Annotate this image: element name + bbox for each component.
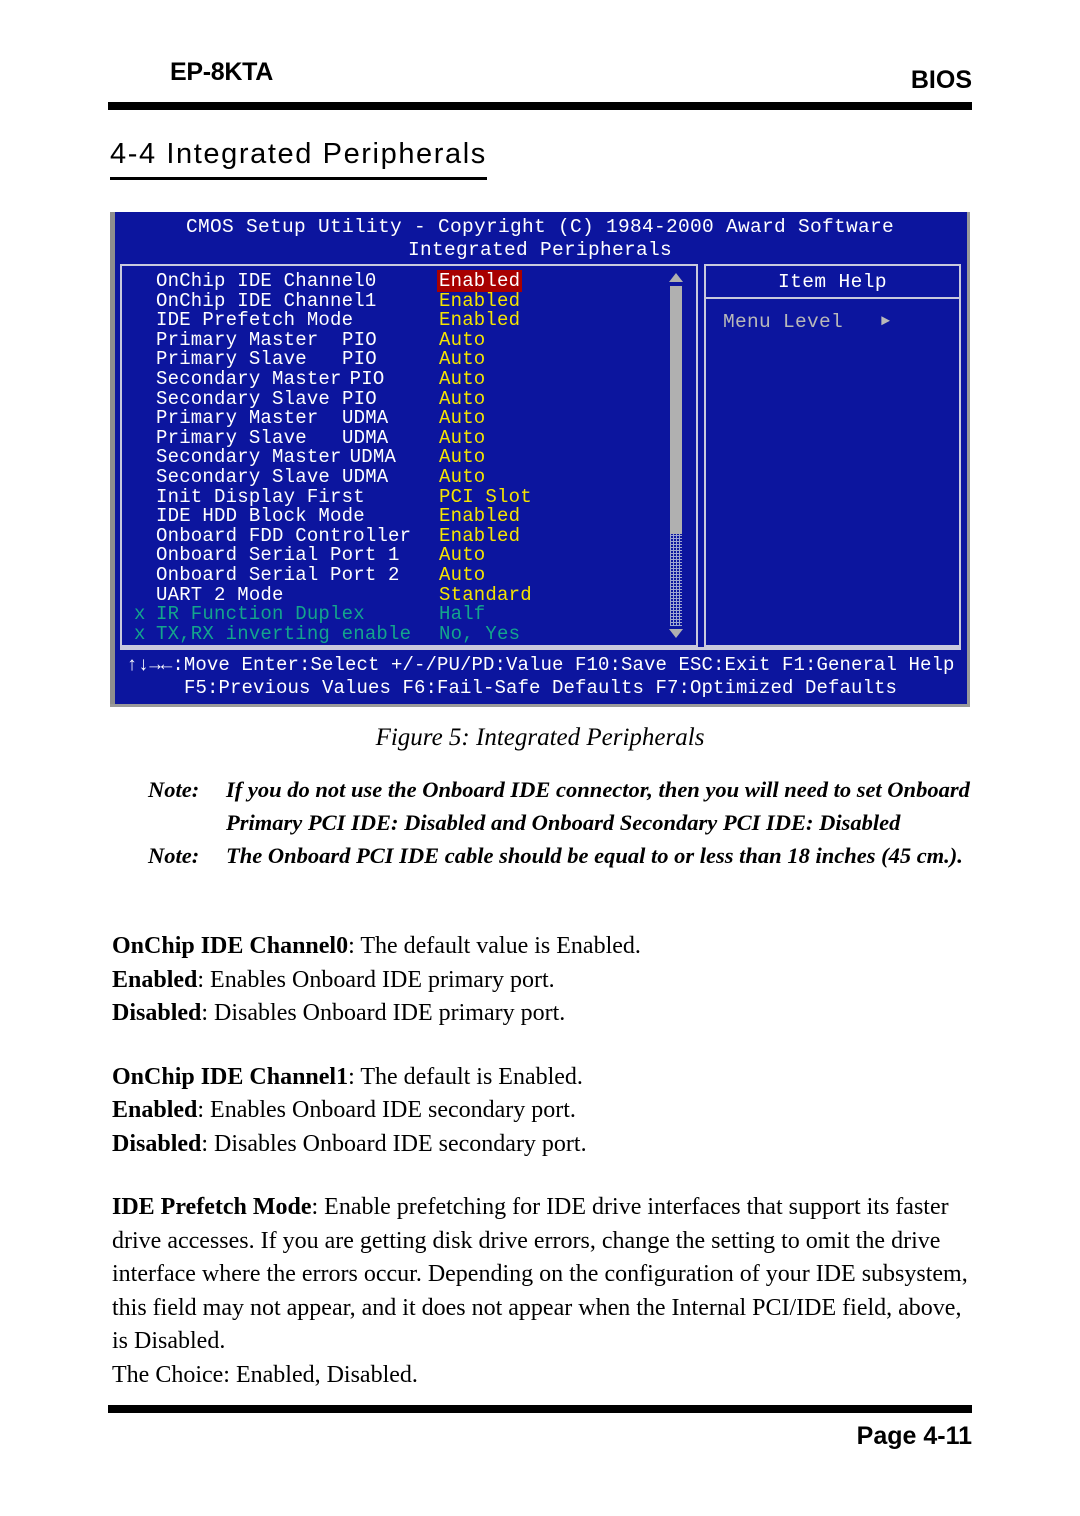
channel0-enabled-line: Enabled: Enables Onboard IDE primary por… — [112, 964, 974, 998]
settings-list: OnChip IDE Channel0 Enabled OnChip IDE Cha… — [134, 270, 652, 645]
channel0-disabled-term: Disabled — [112, 1000, 202, 1026]
bios-option-row[interactable]: Primary Slave UDMA Auto — [134, 427, 652, 449]
bios-option-row[interactable]: x IR Function Duplex Half — [134, 603, 652, 625]
onchip-channel0-term: OnChip IDE Channel0 — [112, 933, 349, 959]
bios-option-row[interactable]: Primary Master UDMA Auto — [134, 407, 652, 429]
screen-left-bevel — [110, 212, 115, 704]
bios-option-row[interactable]: OnChip IDE Channel1 Enabled — [134, 290, 652, 312]
bios-footer-divider — [120, 647, 961, 650]
notes-block: Note: If you do not use the Onboard IDE … — [148, 773, 984, 872]
settings-list-panel: OnChip IDE Channel0 Enabled OnChip IDE Cha… — [120, 264, 698, 647]
bios-title-line2: Integrated Peripherals — [407, 239, 673, 261]
onchip-channel1-term: OnChip IDE Channel1 — [112, 1063, 349, 1090]
bios-option-row[interactable]: Onboard Serial Port 2 Auto — [134, 564, 652, 586]
bios-option-row[interactable]: Onboard FDD Controller Enabled — [134, 525, 652, 547]
bios-setup-screenshot: CMOS Setup Utility - Copyright (C) 1984-… — [110, 212, 970, 707]
figure-caption: Figure 5: Integrated Peripherals — [375, 724, 705, 751]
bios-title-line1: CMOS Setup Utility - Copyright (C) 1984-… — [185, 216, 895, 238]
key-legend-line1: ↑↓→←:Move Enter:Select +/-/PU/PD:Value F… — [126, 654, 955, 676]
note-tag: Note: — [148, 777, 200, 802]
bios-key-legend: ↑↓→←:Move Enter:Select +/-/PU/PD:Value F… — [120, 654, 961, 700]
note-item: Note: The Onboard PCI IDE cable should b… — [148, 839, 984, 872]
note-tag: Note: — [148, 843, 200, 868]
key-legend-line2: F5:Previous Values F6:Fail-Safe Defaults… — [183, 677, 898, 699]
bios-option-row[interactable]: Init Display First PCI Slot — [134, 486, 652, 508]
bios-option-row[interactable]: Primary Slave PIO Auto — [134, 348, 652, 370]
item-help-body: Menu Level ► — [706, 299, 959, 333]
note-item: Note: If you do not use the Onboard IDE … — [148, 773, 984, 839]
option-disabled-marker: x — [134, 622, 146, 645]
bios-option-row[interactable]: IDE Prefetch Mode Enabled — [134, 309, 652, 331]
channel1-enabled-term: Enabled — [112, 1097, 198, 1123]
scrollbar-track[interactable] — [670, 534, 682, 626]
footer-rule — [108, 1405, 972, 1413]
bios-option-row[interactable]: Primary Master PIO Auto — [134, 329, 652, 351]
onchip-channel1-desc: : The default is Enabled. — [348, 1063, 583, 1090]
ide-prefetch-paragraph: IDE Prefetch Mode: Enable prefetching fo… — [112, 1191, 974, 1359]
ide-prefetch-term: IDE Prefetch Mode — [112, 1194, 312, 1220]
menu-level-arrow-icon: ► — [881, 313, 891, 330]
item-help-panel: Item Help Menu Level ► — [704, 264, 961, 647]
channel0-disabled-line: Disabled: Disables Onboard IDE primary p… — [112, 997, 974, 1031]
bios-title-bar: CMOS Setup Utility - Copyright (C) 1984-… — [116, 216, 964, 262]
channel1-enabled-line: Enabled: Enables Onboard IDE secondary p… — [112, 1094, 974, 1128]
scrollbar-thumb[interactable] — [670, 286, 682, 534]
bios-option-row[interactable]: Secondary Master PIO Auto — [134, 368, 652, 390]
scroll-up-arrow-icon[interactable] — [669, 273, 683, 282]
board-model-label: EP-8KTA — [170, 58, 274, 86]
bios-option-row[interactable]: x TX,RX inverting enable No, Yes — [134, 622, 652, 645]
bios-option-row[interactable]: IDE HDD Block Mode Enabled — [134, 505, 652, 527]
option-label-text: TX,RX inverting enable — [156, 622, 412, 645]
ide-prefetch-choice-line: The Choice: Enabled, Disabled. — [112, 1361, 418, 1388]
page-number: Page 4-11 — [856, 1422, 972, 1450]
channel1-enabled-desc: : Enables Onboard IDE secondary port. — [197, 1097, 576, 1123]
page-title: 4-4 Integrated Peripherals — [110, 138, 487, 180]
channel0-enabled-term: Enabled — [112, 966, 198, 993]
onchip-channel0-desc: : The default value is Enabled. — [348, 933, 641, 959]
scroll-down-arrow-icon[interactable] — [669, 629, 683, 638]
option-value[interactable]: No, Yes — [437, 623, 522, 645]
header-rule — [108, 102, 972, 110]
bios-panels: OnChip IDE Channel0 Enabled OnChip IDE Cha… — [120, 264, 961, 647]
note-text: The Onboard PCI IDE cable should be equa… — [226, 843, 963, 868]
bios-option-row[interactable]: OnChip IDE Channel0 Enabled — [134, 270, 652, 292]
onchip-channel1-paragraph: OnChip IDE Channel1: The default is Enab… — [112, 1061, 974, 1095]
bios-option-row[interactable]: Secondary Slave PIO Auto — [134, 388, 652, 410]
body-content: OnChip IDE Channel0: The default value i… — [112, 930, 974, 1392]
channel0-enabled-desc: : Enables Onboard IDE primary port. — [197, 966, 555, 993]
page-header: EP-8KTA BIOS — [108, 58, 972, 108]
manual-section-label: BIOS — [910, 66, 972, 94]
onchip-channel0-paragraph: OnChip IDE Channel0: The default value i… — [112, 930, 974, 964]
bios-option-row[interactable]: UART 2 Mode Standard — [134, 584, 652, 606]
bios-option-row[interactable]: Secondary Master UDMA Auto — [134, 446, 652, 468]
item-help-title: Item Help — [706, 266, 959, 299]
channel1-disabled-term: Disabled — [112, 1130, 202, 1157]
bios-option-row[interactable]: Onboard Serial Port 1 Auto — [134, 544, 652, 566]
option-label: TX,RX inverting enable — [156, 623, 411, 645]
channel1-disabled-desc: : Disables Onboard IDE secondary port. — [201, 1130, 587, 1157]
note-text: If you do not use the Onboard IDE connec… — [226, 777, 970, 835]
settings-scrollbar[interactable] — [668, 271, 685, 640]
menu-level-label: Menu Level — [723, 311, 844, 333]
channel1-disabled-line: Disabled: Disables Onboard IDE secondary… — [112, 1128, 974, 1162]
channel0-disabled-desc: : Disables Onboard IDE primary port. — [201, 1000, 566, 1026]
bios-option-row[interactable]: Secondary Slave UDMA Auto — [134, 466, 652, 488]
